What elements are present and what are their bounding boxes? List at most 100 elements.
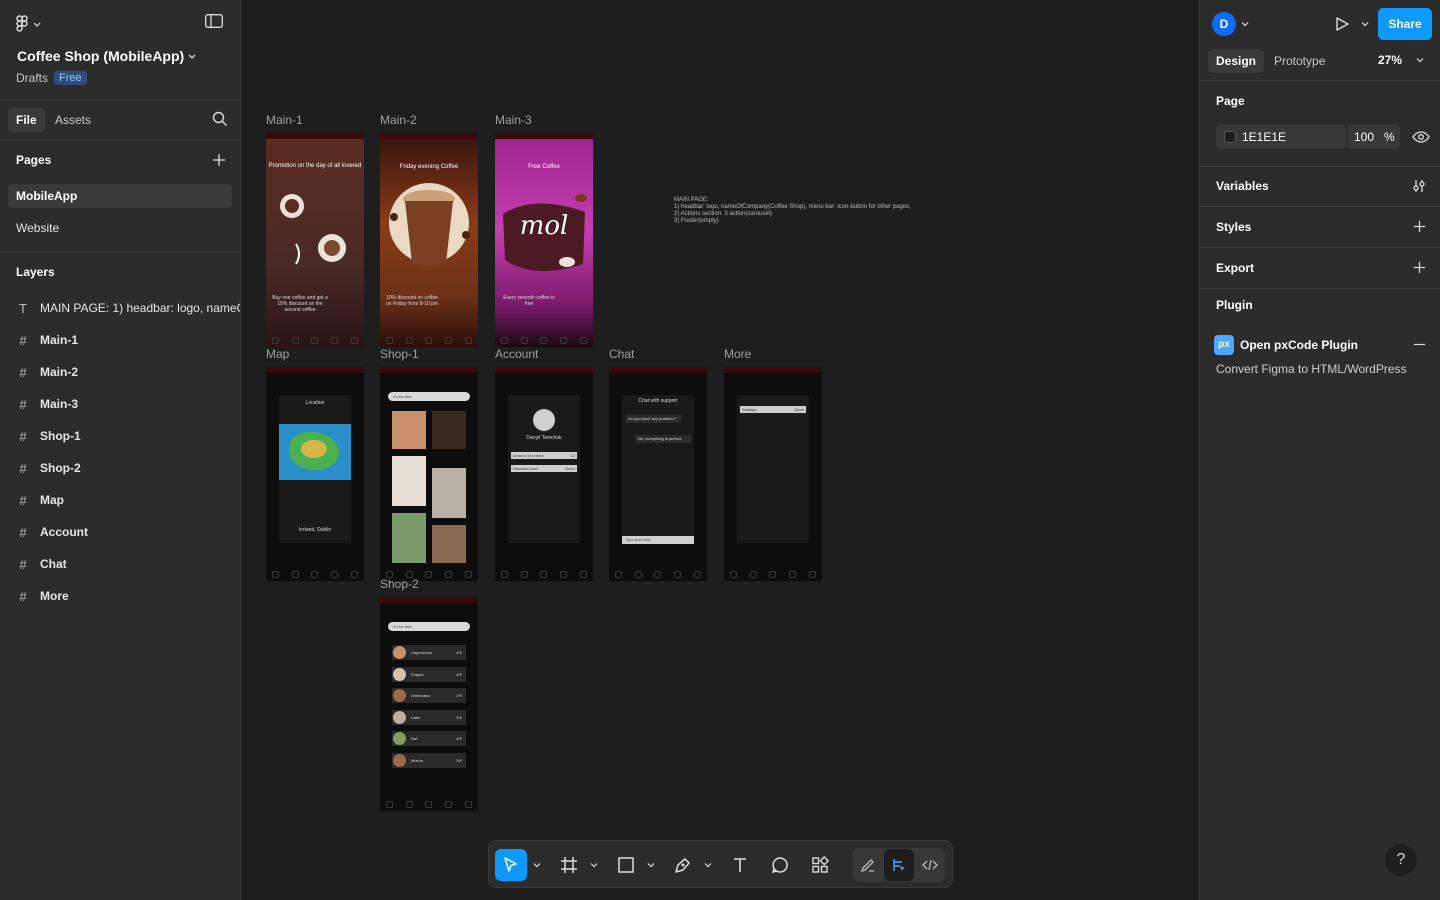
- actions-tool-button[interactable]: [804, 849, 836, 881]
- layer-item-main-2[interactable]: # Main-2: [16, 360, 240, 384]
- design-canvas[interactable]: Main-1 9:41 Promotion on the day of all …: [241, 0, 1199, 900]
- share-button[interactable]: Share: [1378, 8, 1432, 40]
- avatar: [533, 409, 555, 431]
- frame-map[interactable]: 9:41 Location Ireland, Dublin: [266, 367, 364, 581]
- layer-item-account[interactable]: # Account: [16, 520, 240, 544]
- chevron-down-icon[interactable]: [704, 861, 712, 869]
- sidebar-toggle-button[interactable]: [205, 14, 227, 34]
- chevron-down-icon[interactable]: [1241, 20, 1249, 28]
- file-location: Drafts Free: [16, 71, 87, 85]
- page-color-hex[interactable]: 1E1E1E: [1242, 130, 1286, 144]
- tab-design[interactable]: Design: [1208, 49, 1265, 73]
- pxcode-logo-icon: px: [1214, 335, 1234, 355]
- frame-account[interactable]: 9:41 Danyil Temchak Amount of orders 12 D…: [495, 367, 593, 581]
- frame-chat[interactable]: 9:41 Chat with support Do you have any p…: [609, 367, 707, 581]
- layer-item-chat[interactable]: # Chat: [16, 552, 240, 576]
- frame-label-more[interactable]: More: [724, 347, 751, 361]
- layer-item-main-3[interactable]: # Main-3: [16, 392, 240, 416]
- chevron-down-icon[interactable]: [590, 861, 598, 869]
- plugin-open-link[interactable]: Open pxCode Plugin: [1240, 338, 1358, 352]
- frame-label-map[interactable]: Map: [266, 347, 289, 361]
- product-thumb: [393, 689, 406, 702]
- status-time: 9:41: [728, 368, 736, 373]
- list-item: Raf 8 €: [392, 731, 466, 746]
- plugin-description: Convert Figma to HTML/WordPress: [1216, 362, 1407, 376]
- chevron-down-icon[interactable]: [647, 861, 655, 869]
- search-icon[interactable]: [212, 111, 228, 127]
- variables-settings-icon[interactable]: [1412, 179, 1426, 193]
- chat-title: Chat with support: [638, 398, 678, 404]
- layer-item-shop-2[interactable]: # Shop-2: [16, 456, 240, 480]
- dev-mode-button[interactable]: [915, 849, 945, 881]
- color-swatch[interactable]: [1224, 131, 1236, 143]
- page-color-field[interactable]: 1E1E1E: [1216, 125, 1346, 149]
- avatar[interactable]: D: [1212, 12, 1236, 36]
- layer-item-shop-1[interactable]: # Shop-1: [16, 424, 240, 448]
- text-tool-button[interactable]: [724, 849, 756, 881]
- layer-item-map[interactable]: # Map: [16, 488, 240, 512]
- account-row-label: Discount card: [513, 466, 538, 471]
- tab-prototype[interactable]: Prototype: [1266, 49, 1333, 73]
- frame-main-1[interactable]: 9:41 Promotion on the day of all lovered…: [266, 133, 364, 347]
- chevron-down-icon[interactable]: [533, 861, 541, 869]
- minus-icon[interactable]: [1413, 338, 1426, 351]
- draw-mode-button[interactable]: [853, 849, 883, 881]
- add-export-plus-icon[interactable]: [1413, 261, 1426, 274]
- tab-bar: [495, 333, 593, 347]
- eye-icon[interactable]: [1412, 130, 1430, 144]
- add-style-plus-icon[interactable]: [1413, 220, 1426, 233]
- add-page-plus-icon[interactable]: [212, 153, 226, 167]
- comment-tool-button[interactable]: [764, 849, 796, 881]
- help-button[interactable]: ?: [1385, 844, 1417, 876]
- chevron-down-icon[interactable]: [1361, 20, 1369, 28]
- drafts-link[interactable]: Drafts: [16, 71, 48, 85]
- frame-more[interactable]: 9:41 Settings Open: [724, 367, 822, 581]
- product-image: [432, 468, 466, 518]
- layer-item-main-1[interactable]: # Main-1: [16, 328, 240, 352]
- zoom-level[interactable]: 27%: [1378, 53, 1402, 67]
- variables-title: Variables: [1216, 179, 1269, 193]
- frame-label-main-1[interactable]: Main-1: [266, 113, 303, 127]
- mode-switch: [853, 848, 945, 882]
- frame-label-account[interactable]: Account: [495, 347, 538, 361]
- play-icon[interactable]: [1334, 16, 1350, 32]
- page-item-mobileapp[interactable]: MobileApp: [8, 184, 232, 208]
- main-page-note[interactable]: MAIN PAGE: 1) headbar: logo, nameOfCompa…: [674, 197, 934, 225]
- tab-bar: [266, 567, 364, 581]
- frame-label-main-3[interactable]: Main-3: [495, 113, 532, 127]
- move-tool-button[interactable]: [495, 849, 527, 881]
- design-mode-button[interactable]: [884, 849, 914, 881]
- frame-label-main-2[interactable]: Main-2: [380, 113, 417, 127]
- tab-assets[interactable]: Assets: [47, 108, 99, 132]
- shape-tool-button[interactable]: [610, 849, 642, 881]
- page-opacity-field[interactable]: 100 %: [1348, 125, 1400, 149]
- account-row-label: Amount of orders: [513, 453, 544, 458]
- frame-label-shop-2[interactable]: Shop-2: [380, 577, 419, 591]
- frame-label-chat[interactable]: Chat: [609, 347, 634, 361]
- file-header: Coffee Shop (MobileApp) Drafts Free: [0, 0, 240, 100]
- note-line: 2) Actions section: 3 action(carousel): [674, 210, 773, 217]
- page-section: [1200, 80, 1440, 166]
- frame-main-3[interactable]: 9:41 Free Coffee mol Every seventh coffe…: [495, 133, 593, 347]
- layer-item-more[interactable]: # More: [16, 584, 240, 608]
- file-menu-chevron-icon[interactable]: [187, 50, 199, 62]
- layer-label: More: [40, 589, 69, 603]
- chevron-down-icon[interactable]: [1416, 56, 1424, 64]
- tab-file[interactable]: File: [8, 108, 45, 132]
- pen-tool-button[interactable]: [667, 849, 699, 881]
- frame-shop-1[interactable]: 9:41 It's for test: [380, 367, 478, 581]
- shop-search: It's for test: [388, 622, 470, 631]
- product-price: 8 €: [456, 736, 462, 741]
- frame-tool-button[interactable]: [553, 849, 585, 881]
- divider: [0, 251, 240, 252]
- promo-caption: Every seventh coffee is free: [503, 295, 555, 307]
- file-name[interactable]: Coffee Shop (MobileApp): [17, 48, 184, 64]
- frame-main-2[interactable]: 9:41 Friday evening Coffee 10% discount …: [380, 133, 478, 347]
- main-menu-button[interactable]: [14, 14, 48, 34]
- layer-item-note[interactable]: T MAIN PAGE: 1) headbar: logo, nameOf: [16, 296, 240, 320]
- opacity-value[interactable]: 100: [1354, 130, 1374, 144]
- page-item-website[interactable]: Website: [8, 216, 232, 240]
- frame-label-shop-1[interactable]: Shop-1: [380, 347, 419, 361]
- frame-icon: #: [19, 460, 27, 476]
- frame-shop-2[interactable]: 9:41 It's for test Cappuccino 8 € Frappe 8 …: [380, 597, 478, 811]
